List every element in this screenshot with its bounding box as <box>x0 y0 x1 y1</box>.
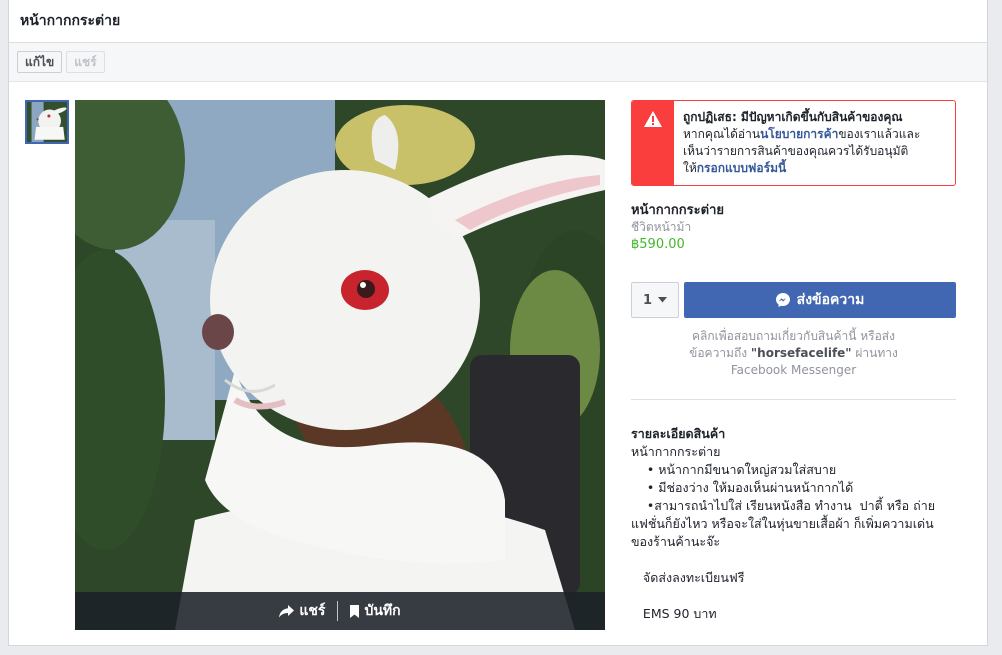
alert-heading: ถูกปฏิเสธ: มีปัญหาเกิดขึ้นกับสินค้าของคุ… <box>683 110 903 124</box>
appeal-form-link[interactable]: กรอกแบบฟอร์มนี้ <box>697 161 786 175</box>
section-divider <box>631 399 956 400</box>
help-line-3: Facebook Messenger <box>730 363 857 377</box>
alert-icon-column <box>632 101 674 185</box>
details-heading: รายละเอียดสินค้า <box>631 426 726 441</box>
details-line: จัดส่งลงทะเบียนฟรี <box>631 570 745 585</box>
product-details: รายละเอียดสินค้า หน้ากากกระต่าย • หน้ากา… <box>631 425 956 629</box>
alert-text-segment: หากคุณได้อ่าน <box>683 127 761 141</box>
messenger-help-text: คลิกเพื่อสอบถามเกี่ยวกับสินค้านี้ หรือส่… <box>631 328 956 379</box>
help-text-segment: ข้อความถึง <box>689 346 751 360</box>
details-line: ของร้านค้านะจ๊ะ <box>631 534 721 549</box>
details-line: แฟชั่นก็ยังไหว หรือจะใส่ในหุ่นขายเสื้อผ้… <box>631 516 934 531</box>
help-text-segment: ผ่านทาง <box>851 346 898 360</box>
details-line: EMS 90 บาท <box>631 606 717 621</box>
photo-share-label: แชร์ <box>299 603 326 619</box>
help-line-2: ข้อความถึง "horsefacelife" ผ่านทาง <box>643 345 944 362</box>
quantity-value: 1 <box>642 292 653 308</box>
details-line: หน้ากากกระต่าย <box>631 444 721 459</box>
edit-button[interactable]: แก้ไข <box>17 51 63 73</box>
rabbit-mask-thumbnail-image <box>27 102 67 142</box>
alert-line-2: หากคุณได้อ่านนโยบายการค้าของเราแล้วและ <box>683 126 920 143</box>
details-line <box>631 587 956 605</box>
product-price: ฿590.00 <box>631 237 685 252</box>
alert-text-segment: ของเราแล้วและ <box>838 127 921 141</box>
rejection-alert: ถูกปฏิเสธ: มีปัญหาเกิดขึ้นกับสินค้าของคุ… <box>631 100 956 186</box>
warning-icon <box>644 111 662 127</box>
quantity-select[interactable]: 1 <box>631 282 679 318</box>
product-sidebar: ถูกปฏิเสธ: มีปัญหาเกิดขึ้นกับสินค้าของคุ… <box>631 100 956 629</box>
alert-message: ถูกปฏิเสธ: มีปัญหาเกิดขึ้นกับสินค้าของคุ… <box>674 101 928 185</box>
details-line: • มีช่องว่าง ให้มองเห็นผ่านหน้ากากได้ <box>631 480 854 495</box>
product-dialog: หน้ากากกระต่าย แก้ไข แชร์ แชร์ บันทึก ถู… <box>8 0 988 646</box>
commerce-policy-link[interactable]: นโยบายการค้า <box>760 127 838 141</box>
send-message-label: ส่งข้อความ <box>796 292 865 308</box>
bookmark-icon <box>350 604 360 618</box>
photo-save-button[interactable]: บันทึก <box>338 600 412 622</box>
toolbar: แก้ไข แชร์ <box>9 43 987 82</box>
share-button-disabled[interactable]: แชร์ <box>66 51 105 73</box>
alert-line-4: ให้กรอกแบบฟอร์มนี้ <box>683 160 920 177</box>
details-line: •สามารถนำไปใส่ เรียนหนังสือ ทำงาน ปาตี้ … <box>631 498 936 513</box>
purchase-row: 1 ส่งข้อความ <box>631 282 956 318</box>
share-arrow-icon <box>279 604 295 617</box>
help-line-1: คลิกเพื่อสอบถามเกี่ยวกับสินค้านี้ หรือส่… <box>691 329 895 343</box>
rabbit-mask-photo-image <box>75 100 605 630</box>
product-photo[interactable]: แชร์ บันทึก <box>75 100 605 630</box>
messenger-icon <box>775 293 790 307</box>
details-line: • หน้ากากมีขนาดใหญ่สวมใส่สบาย <box>631 462 837 477</box>
photo-thumbnail[interactable] <box>25 100 69 144</box>
details-line <box>631 551 956 569</box>
photo-share-button[interactable]: แชร์ <box>267 600 337 622</box>
photo-action-bar: แชร์ บันทึก <box>75 592 605 630</box>
chevron-down-icon <box>658 297 668 303</box>
page-name: "horsefacelife" <box>750 346 852 360</box>
photo-save-label: บันทึก <box>364 603 401 619</box>
alert-text-segment: ให้ <box>683 161 697 175</box>
alert-line-3: เห็นว่ารายการสินค้าของคุณควรได้รับอนุมัต… <box>683 144 909 158</box>
seller-name[interactable]: ชีวิตหน้าม้า <box>631 219 956 236</box>
send-message-button[interactable]: ส่งข้อความ <box>684 282 956 318</box>
dialog-title: หน้ากากกระต่าย <box>9 0 987 43</box>
product-title: หน้ากากกระต่าย <box>631 203 724 218</box>
